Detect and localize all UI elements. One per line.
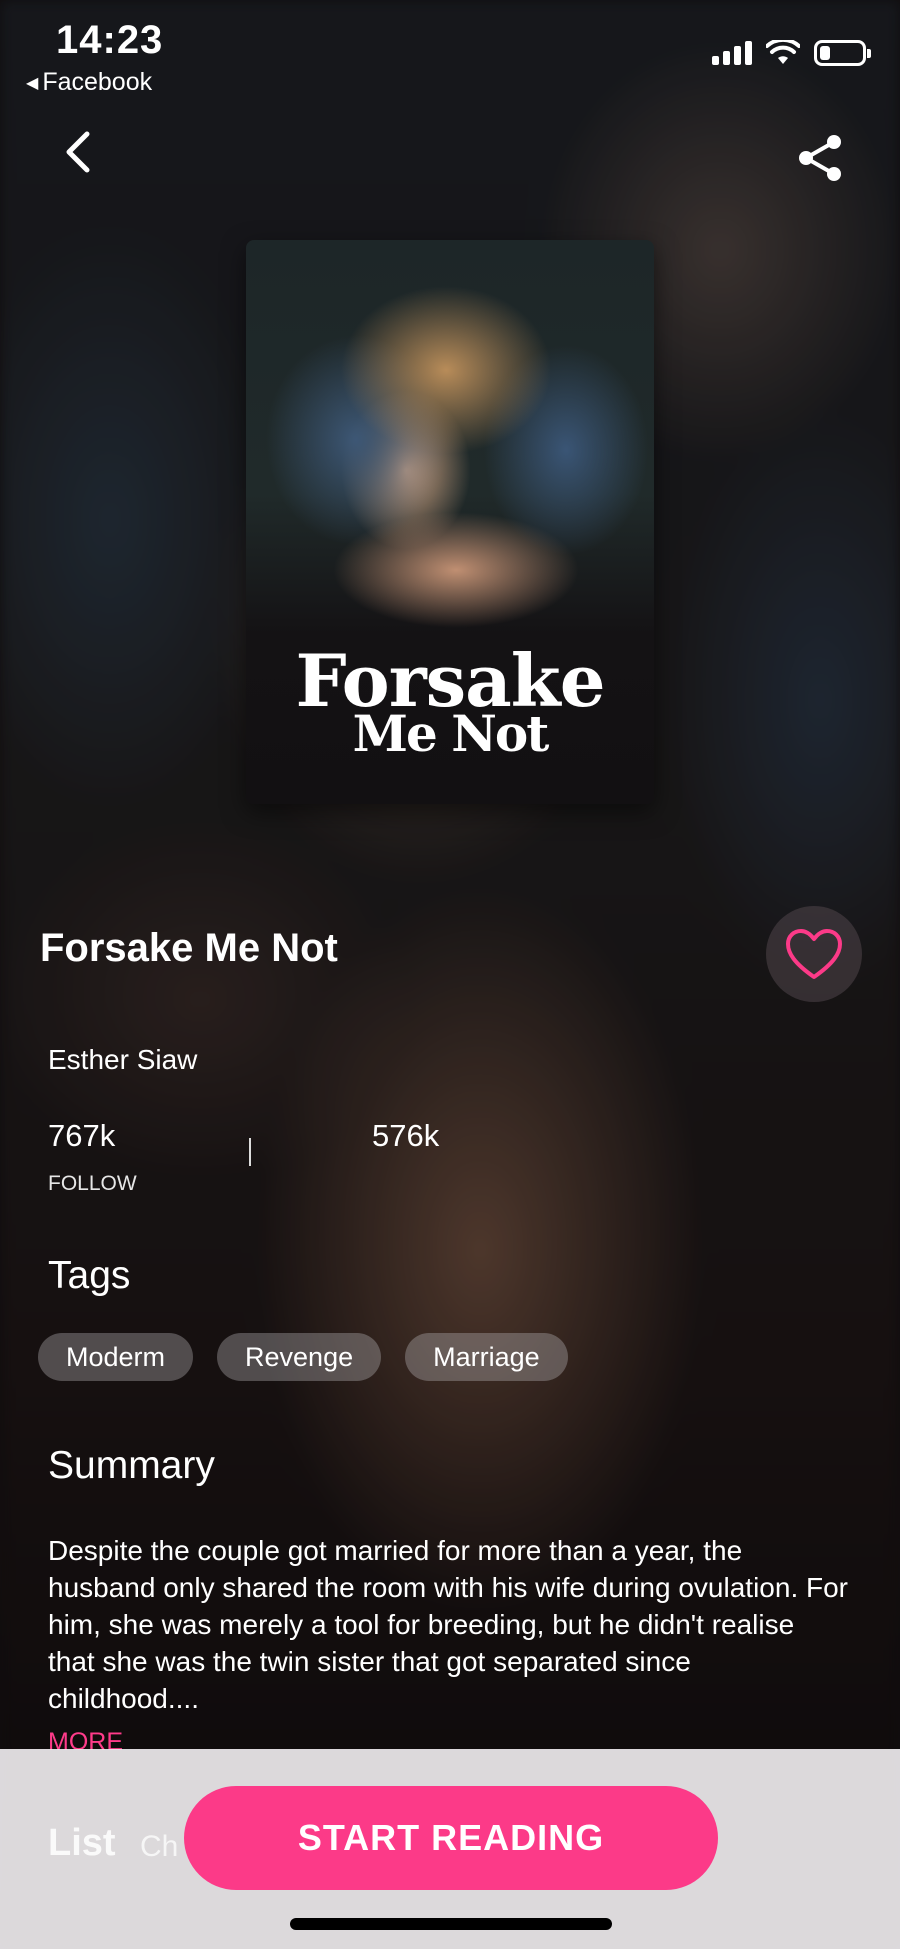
back-button[interactable] xyxy=(52,126,104,178)
summary-heading: Summary xyxy=(48,1444,215,1487)
back-to-app-link[interactable]: ◀ Facebook xyxy=(26,68,152,97)
status-time: 14:23 xyxy=(56,18,164,62)
chapter-list-partial[interactable]: Ch xyxy=(140,1830,178,1864)
follow-count: 767k xyxy=(48,1118,116,1153)
tag-chip[interactable]: Revenge xyxy=(217,1333,382,1381)
stats-divider xyxy=(249,1138,251,1166)
book-cover[interactable]: Forsake Me Not xyxy=(246,240,654,804)
tag-chip[interactable]: Marriage xyxy=(405,1333,568,1381)
share-icon xyxy=(799,135,841,181)
follow-label: FOLLOW xyxy=(48,1172,137,1195)
tag-chip[interactable]: Moderm xyxy=(38,1333,194,1381)
cover-title-line1: Forsake xyxy=(295,638,605,723)
heart-icon xyxy=(786,929,842,979)
tags-heading: Tags xyxy=(48,1254,131,1297)
chevron-left-icon xyxy=(66,131,90,173)
status-bar: 14:23 ◀ Facebook xyxy=(0,0,900,96)
cover-title: Forsake Me Not xyxy=(246,638,654,759)
back-triangle-icon: ◀ xyxy=(26,74,39,92)
book-title: Forsake Me Not xyxy=(40,926,338,970)
battery-icon xyxy=(814,40,871,66)
start-reading-button[interactable]: START READING xyxy=(184,1786,718,1890)
back-app-label: Facebook xyxy=(42,68,153,96)
home-indicator xyxy=(290,1918,612,1930)
second-stat-count: 576k xyxy=(372,1118,440,1153)
list-heading: List xyxy=(48,1822,116,1864)
summary-text: Despite the couple got married for more … xyxy=(48,1535,848,1714)
wifi-icon xyxy=(766,40,800,64)
cellular-signal-icon xyxy=(712,41,752,65)
share-button[interactable] xyxy=(792,130,848,186)
author-name[interactable]: Esther Siaw xyxy=(48,1044,197,1076)
more-link[interactable]: MORE xyxy=(48,1728,123,1750)
favorite-button[interactable] xyxy=(766,906,862,1002)
tag-list: Moderm Revenge Marriage xyxy=(38,1333,568,1381)
